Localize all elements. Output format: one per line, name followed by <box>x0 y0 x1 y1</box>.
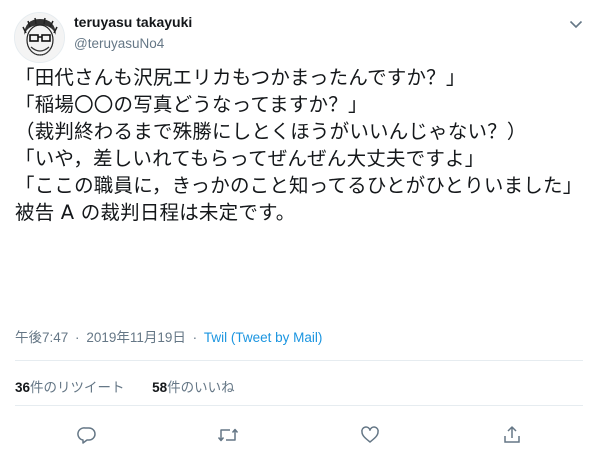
retweet-button[interactable] <box>215 422 241 448</box>
likes-stat[interactable]: 58件のいいね <box>152 380 235 395</box>
tweet-stats: 36件のリツイート 58件のいいね <box>15 376 235 396</box>
reply-icon <box>77 427 96 444</box>
retweets-count: 36 <box>15 380 31 395</box>
tweet-metadata: 午後7:47 · 2019年11月19日 · Twil (Tweet by Ma… <box>15 326 322 346</box>
meta-separator: · <box>192 330 198 345</box>
tweet-time[interactable]: 午後7:47 <box>15 330 68 345</box>
likes-count: 58 <box>152 380 168 395</box>
likes-label: 件のいいね <box>167 380 235 395</box>
divider <box>15 405 583 406</box>
retweet-icon <box>217 428 239 442</box>
meta-separator: · <box>75 330 80 345</box>
like-button[interactable] <box>357 422 383 448</box>
tweet-source-link[interactable]: Twil (Tweet by Mail) <box>204 330 323 345</box>
tweet-actions <box>0 422 598 452</box>
share-button[interactable] <box>499 422 525 448</box>
chevron-down-icon <box>569 20 583 29</box>
share-icon <box>504 426 520 443</box>
heart-icon <box>361 426 379 443</box>
user-handle[interactable]: @teruyasuNo4 <box>74 36 164 51</box>
tweet-date[interactable]: 2019年11月19日 <box>86 330 186 345</box>
more-options-caret[interactable] <box>568 16 584 32</box>
retweets-label: 件のリツイート <box>30 380 125 395</box>
user-display-name[interactable]: teruyasu takayuki <box>74 14 192 30</box>
reply-button[interactable] <box>74 422 100 448</box>
retweets-stat[interactable]: 36件のリツイート <box>15 380 125 395</box>
avatar[interactable] <box>14 12 65 63</box>
tweet-text: 「田代さんも沢尻エリカもつかまったんですか？」 「稲場〇〇の写真どうなってますか… <box>15 66 583 224</box>
avatar-sketch-icon <box>15 13 64 62</box>
divider <box>15 360 583 361</box>
